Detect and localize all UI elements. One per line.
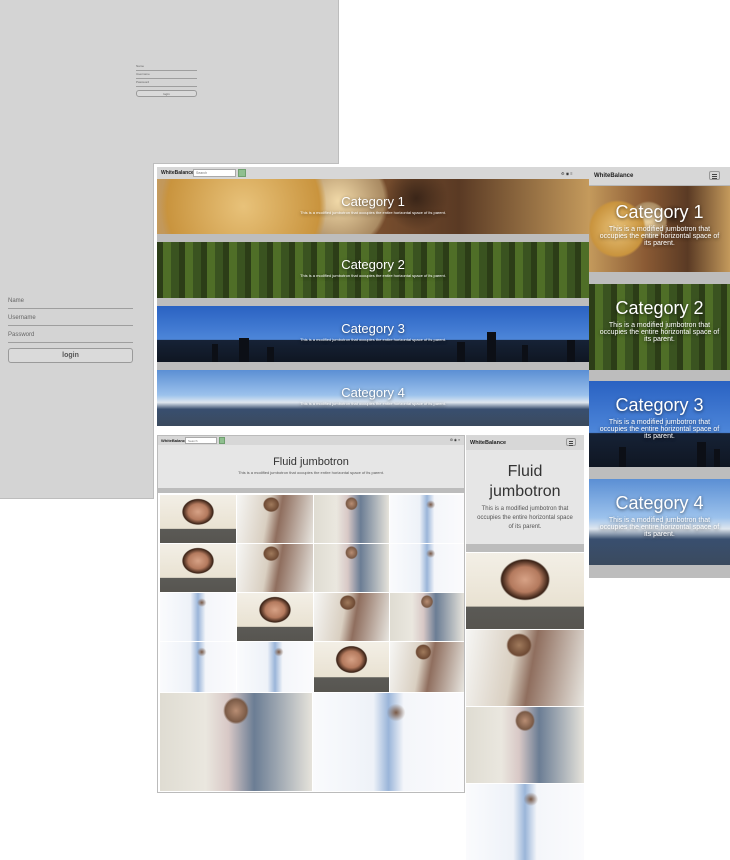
brand-logo[interactable]: WhiteBalance [470, 440, 506, 446]
photo-tile[interactable] [237, 642, 313, 692]
name-label: Name [8, 298, 25, 304]
photo-tile-large[interactable] [313, 693, 464, 791]
search-button[interactable] [219, 437, 225, 444]
search-input[interactable]: Search [193, 169, 236, 177]
photo-tile[interactable] [466, 553, 584, 629]
login-screen-wide: Name Username Password login [0, 0, 339, 164]
category-card[interactable]: Category 1 This is a modified jumbotron … [589, 186, 730, 272]
category-description: This is a modified jumbotron that occupi… [300, 273, 446, 278]
category-description: This is a modified jumbotron that occupi… [599, 419, 720, 440]
jumbotron-title: Fluid jumbotron [273, 456, 349, 468]
category-card[interactable]: Category 1 This is a modified jumbotron … [157, 179, 589, 234]
password-label: Password [8, 332, 35, 338]
category-title: Category 4 [341, 385, 405, 400]
category-title: Category 3 [341, 321, 405, 336]
brand-logo[interactable]: WhiteBalance [161, 438, 187, 443]
photo-tile[interactable] [390, 544, 464, 592]
photo-tile[interactable] [314, 495, 389, 543]
category-title: Category 3 [615, 395, 704, 415]
photo-tile[interactable] [160, 642, 236, 692]
password-label: Password [136, 80, 150, 84]
jumbotron-description: This is a modified jumbotron that occupi… [238, 470, 384, 475]
category-card[interactable]: Category 2 This is a modified jumbotron … [157, 242, 589, 298]
photo-tile[interactable] [466, 707, 584, 783]
category-card[interactable]: Category 3 This is a modified jumbotron … [157, 306, 589, 362]
categories-mobile-screen: WhiteBalance Category 1 This is a modifi… [589, 167, 730, 578]
category-description: This is a modified jumbotron that occupi… [300, 210, 446, 215]
photo-tile[interactable] [390, 593, 464, 641]
navbar: WhiteBalance [589, 167, 730, 186]
hamburger-menu-icon[interactable] [709, 171, 720, 180]
category-title: Category 1 [615, 202, 704, 222]
navbar: WhiteBalance [466, 435, 584, 451]
fluid-jumbotron: Fluid jumbotron This is a modified jumbo… [466, 450, 584, 544]
fluid-jumbotron: Fluid jumbotron This is a modified jumbo… [158, 445, 464, 488]
photo-tile[interactable] [390, 642, 464, 692]
photo-tile-large[interactable] [160, 693, 312, 791]
category-description: This is a modified jumbotron that occupi… [599, 226, 720, 247]
category-card[interactable]: Category 4 This is a modified jumbotron … [589, 479, 730, 565]
username-field[interactable]: Username [136, 72, 197, 79]
search-input[interactable]: Search [185, 437, 217, 444]
username-field[interactable]: Username [8, 315, 133, 326]
category-description: This is a modified jumbotron that occupi… [300, 337, 446, 342]
photo-tile[interactable] [314, 642, 389, 692]
search-button[interactable] [238, 169, 246, 177]
brand-logo[interactable]: WhiteBalance [161, 170, 194, 176]
login-button[interactable]: login [8, 348, 133, 363]
gallery-mobile-screen: WhiteBalance Fluid jumbotron This is a m… [466, 435, 584, 860]
photo-tile[interactable] [466, 630, 584, 706]
name-field[interactable]: Name [136, 64, 197, 71]
photo-tile[interactable] [237, 495, 313, 543]
category-title: Category 1 [341, 194, 405, 209]
photo-tile[interactable] [314, 544, 389, 592]
photo-tile[interactable] [160, 544, 236, 592]
category-card[interactable]: Category 3 This is a modified jumbotron … [589, 381, 730, 467]
photo-tile[interactable] [314, 593, 389, 641]
gallery-desktop-screen: WhiteBalance Search ⚙ ◉ ≡ Fluid jumbotro… [157, 435, 465, 793]
category-card[interactable]: Category 4 This is a modified jumbotron … [157, 370, 589, 426]
photo-tile[interactable] [160, 495, 236, 543]
username-label: Username [8, 315, 36, 321]
brand-logo[interactable]: WhiteBalance [594, 173, 633, 179]
category-description: This is a modified jumbotron that occupi… [599, 517, 720, 538]
password-field[interactable]: Password [8, 332, 133, 343]
nav-icons[interactable]: ⚙ ◉ ≡ [450, 438, 460, 442]
photo-tile[interactable] [466, 784, 584, 860]
category-title: Category 2 [341, 257, 405, 272]
photo-tile[interactable] [237, 593, 313, 641]
password-field[interactable]: Password [136, 80, 197, 87]
name-field[interactable]: Name [8, 298, 133, 309]
photo-tile[interactable] [390, 495, 464, 543]
login-screen-mobile: Name Username Password login [0, 163, 154, 499]
category-title: Category 4 [615, 493, 704, 513]
jumbotron-title: Fluid jumbotron [489, 463, 561, 500]
category-description: This is a modified jumbotron that occupi… [599, 322, 720, 343]
hamburger-menu-icon[interactable] [566, 438, 576, 446]
category-title: Category 2 [615, 298, 704, 318]
category-card[interactable]: Category 2 This is a modified jumbotron … [589, 284, 730, 370]
photo-tile[interactable] [160, 593, 236, 641]
name-label: Name [136, 64, 145, 68]
category-description: This is a modified jumbotron that occupi… [300, 401, 446, 406]
categories-desktop-screen: WhiteBalance Search ⚙ ◉ ≡ Category 1 Thi… [157, 167, 589, 426]
login-button[interactable]: login [136, 90, 197, 97]
jumbotron-description: This is a modified jumbotron that occupi… [477, 506, 573, 530]
nav-icons[interactable]: ⚙ ◉ ≡ [561, 171, 583, 176]
username-label: Username [136, 72, 150, 76]
photo-tile[interactable] [237, 544, 313, 592]
